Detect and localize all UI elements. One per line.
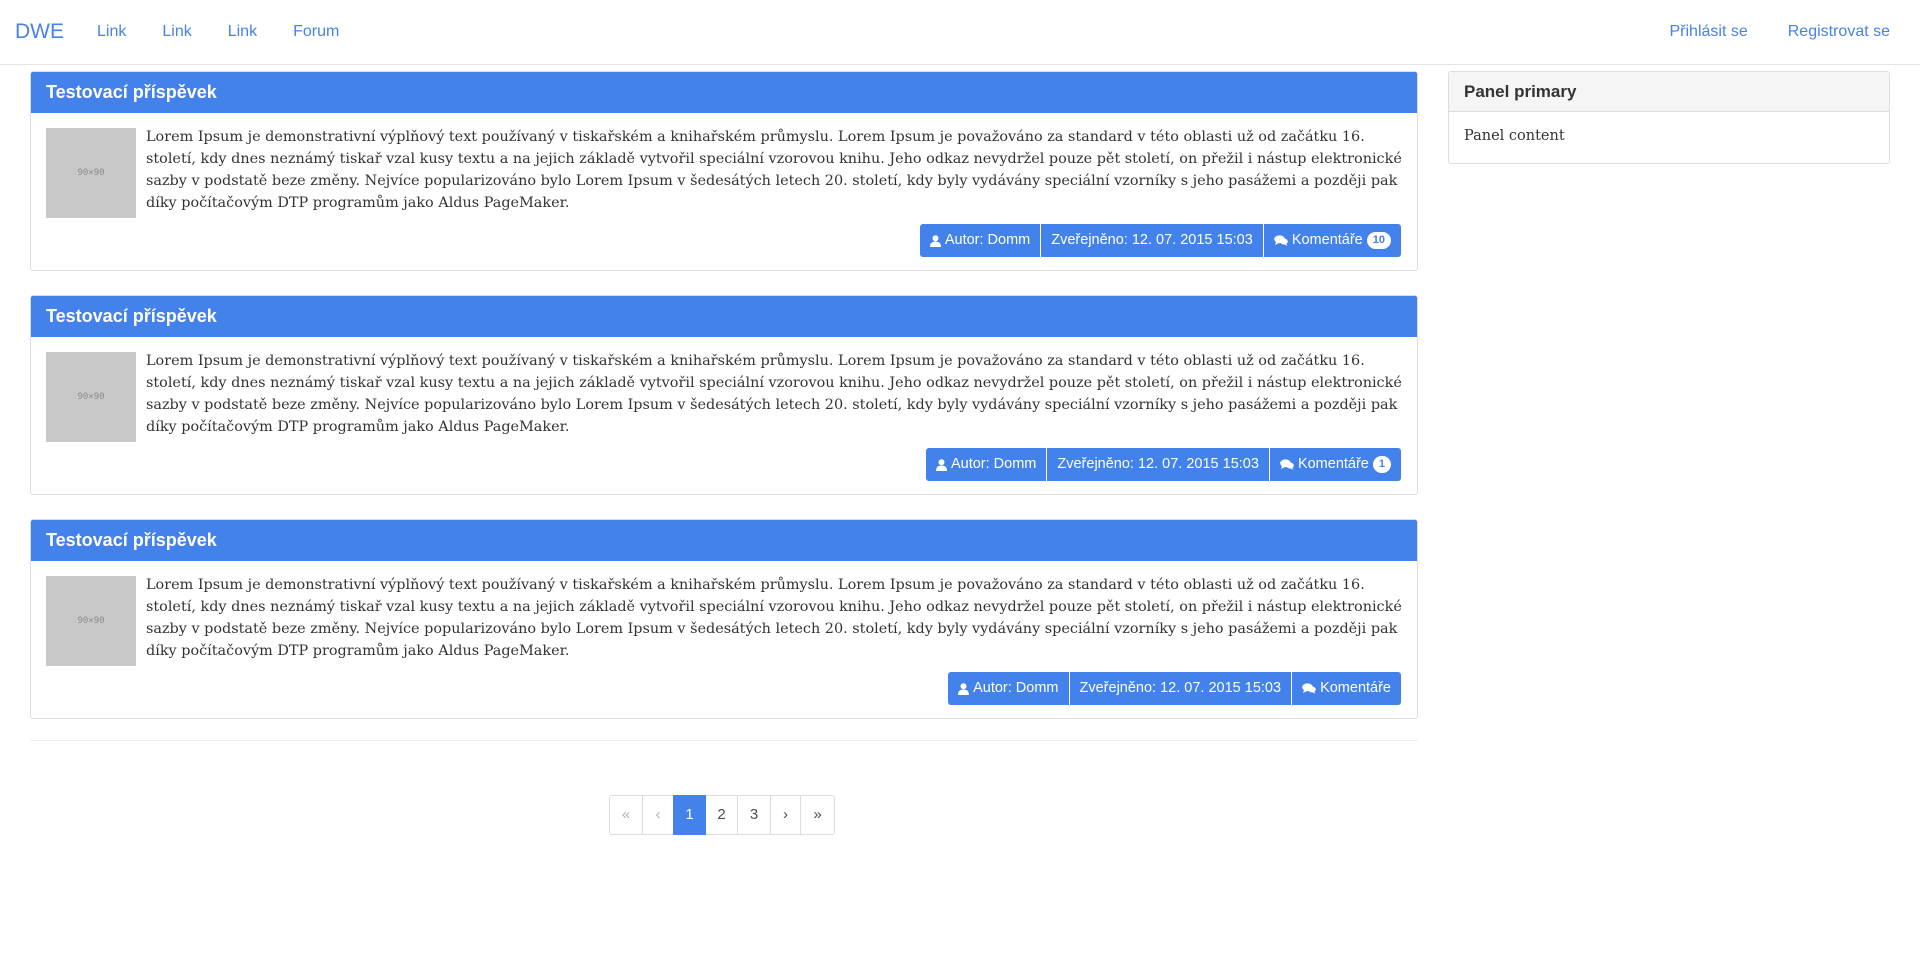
comments-label: Komentáře xyxy=(1291,232,1363,248)
sidebar-panel-title: Panel primary xyxy=(1449,72,1889,112)
user-icon xyxy=(958,682,970,695)
comments-icon xyxy=(1302,683,1316,694)
comments-button[interactable]: Komentáře xyxy=(1292,672,1401,705)
post-body: 90×90 Lorem Ipsum je demonstrativní výpl… xyxy=(31,561,1417,718)
next-page-button[interactable]: › xyxy=(770,795,801,835)
post-thumbnail: 90×90 xyxy=(46,576,136,666)
first-page-button[interactable]: « xyxy=(609,795,643,835)
navbar: DWE Link Link Link Forum Přihlásit se Re… xyxy=(0,0,1920,65)
published-label: Zveřejněno: 12. 07. 2015 15:03 xyxy=(1057,456,1259,472)
nav-right: Přihlásit se Registrovat se xyxy=(1629,22,1890,42)
thumbnail-placeholder-label: 90×90 xyxy=(77,168,105,178)
post-title[interactable]: Testovací příspěvek xyxy=(31,72,1417,113)
published-button[interactable]: Zveřejněno: 12. 07. 2015 15:03 xyxy=(1047,448,1269,481)
comments-label: Komentáře xyxy=(1297,456,1369,472)
register-link[interactable]: Registrovat se xyxy=(1748,22,1890,42)
nav-left: Link Link Link Forum xyxy=(79,22,357,42)
login-link[interactable]: Přihlásit se xyxy=(1629,22,1747,42)
published-button[interactable]: Zveřejněno: 12. 07. 2015 15:03 xyxy=(1041,224,1263,257)
nav-link-forum[interactable]: Forum xyxy=(275,22,357,42)
published-label: Zveřejněno: 12. 07. 2015 15:03 xyxy=(1079,680,1282,696)
last-page-button[interactable]: » xyxy=(800,795,835,835)
page-button-1[interactable]: 1 xyxy=(673,795,706,835)
post-meta-group: Autor: Domm Zveřejněno: 12. 07. 2015 15:… xyxy=(925,448,1401,481)
sidebar-panel-content: Panel content xyxy=(1464,128,1565,144)
posts-column: Testovací příspěvek 90×90 Lorem Ipsum je… xyxy=(30,71,1418,741)
author-label: Autor: Domm xyxy=(950,456,1037,472)
post-title[interactable]: Testovací příspěvek xyxy=(31,296,1417,337)
page-button-3[interactable]: 3 xyxy=(737,795,771,835)
post-text: Lorem Ipsum je demonstrativní výplňový t… xyxy=(146,353,1402,435)
post-text: Lorem Ipsum je demonstrativní výplňový t… xyxy=(146,129,1402,211)
post-meta-group: Autor: Domm Zveřejněno: 12. 07. 2015 15:… xyxy=(947,672,1401,705)
post-thumbnail: 90×90 xyxy=(46,128,136,218)
thumbnail-placeholder-label: 90×90 xyxy=(77,616,105,626)
user-icon xyxy=(929,234,941,247)
user-icon xyxy=(935,458,947,471)
author-label: Autor: Domm xyxy=(944,232,1031,248)
author-button[interactable]: Autor: Domm xyxy=(919,224,1041,257)
comments-icon xyxy=(1280,459,1294,470)
post-thumbnail: 90×90 xyxy=(46,352,136,442)
post-text: Lorem Ipsum je demonstrativní výplňový t… xyxy=(146,577,1402,659)
prev-page-button[interactable]: ‹ xyxy=(642,795,674,835)
comments-count-badge: 1 xyxy=(1372,456,1391,473)
nav-link-1[interactable]: Link xyxy=(79,22,144,42)
thumbnail-placeholder-label: 90×90 xyxy=(77,392,105,402)
author-label: Autor: Domm xyxy=(973,680,1059,696)
author-button[interactable]: Autor: Domm xyxy=(948,672,1069,705)
comments-button[interactable]: Komentáře 10 xyxy=(1263,224,1401,257)
page-button-2[interactable]: 2 xyxy=(705,795,738,835)
content-divider xyxy=(30,740,1418,741)
sidebar-panel: Panel primary Panel content xyxy=(1448,71,1890,164)
post-panel: Testovací příspěvek 90×90 Lorem Ipsum je… xyxy=(30,71,1418,271)
pagination: « ‹ 1 2 3 › » xyxy=(609,795,835,835)
nav-link-2[interactable]: Link xyxy=(144,22,209,42)
post-panel: Testovací příspěvek 90×90 Lorem Ipsum je… xyxy=(30,295,1418,495)
comments-icon xyxy=(1274,235,1288,246)
post-body: 90×90 Lorem Ipsum je demonstrativní výpl… xyxy=(31,113,1417,270)
comments-label: Komentáře xyxy=(1320,680,1391,696)
published-label: Zveřejněno: 12. 07. 2015 15:03 xyxy=(1051,232,1253,248)
brand-link[interactable]: DWE xyxy=(15,20,64,44)
comments-button[interactable]: Komentáře 1 xyxy=(1269,448,1401,481)
post-meta-group: Autor: Domm Zveřejněno: 12. 07. 2015 15:… xyxy=(919,224,1401,257)
published-button[interactable]: Zveřejněno: 12. 07. 2015 15:03 xyxy=(1069,672,1292,705)
post-title[interactable]: Testovací příspěvek xyxy=(31,520,1417,561)
author-button[interactable]: Autor: Domm xyxy=(925,448,1047,481)
nav-link-3[interactable]: Link xyxy=(210,22,275,42)
post-panel: Testovací příspěvek 90×90 Lorem Ipsum je… xyxy=(30,519,1418,719)
post-body: 90×90 Lorem Ipsum je demonstrativní výpl… xyxy=(31,337,1417,494)
comments-count-badge: 10 xyxy=(1366,232,1391,249)
